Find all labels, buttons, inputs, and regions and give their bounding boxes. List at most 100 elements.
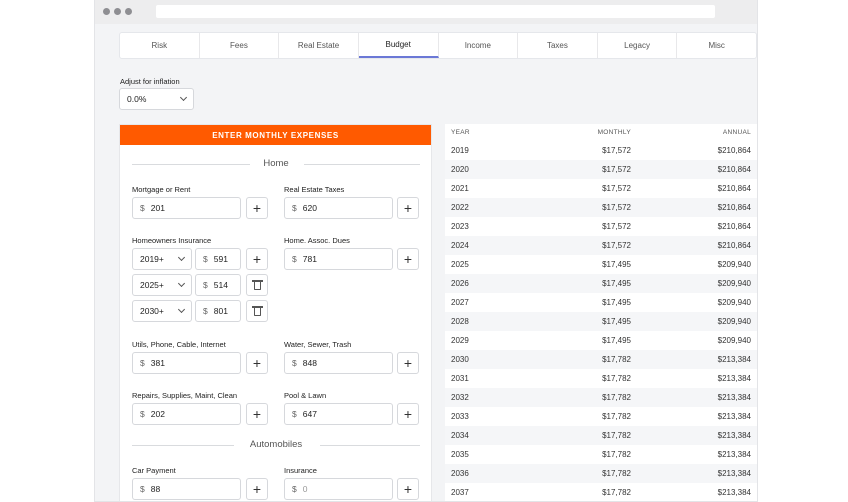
homeowners-input[interactable]: $ 591	[195, 248, 241, 270]
table-row: 2028 $17,495 $209,940	[445, 312, 757, 331]
table-row: 2031 $17,782 $213,384	[445, 369, 757, 388]
plus-icon: +	[403, 355, 413, 371]
tab-fees[interactable]: Fees	[200, 33, 280, 58]
year-value: 2030+	[140, 306, 164, 316]
utils-input[interactable]: $ 381	[132, 352, 241, 374]
inflation-select[interactable]: 0.0%	[119, 88, 194, 110]
delete-homeowners-row-button[interactable]	[246, 300, 268, 322]
car-value: 88	[150, 484, 161, 494]
table-row: 2021 $17,572 $210,864	[445, 179, 757, 198]
table-row: 2030 $17,782 $213,384	[445, 350, 757, 369]
table-row: 2024 $17,572 $210,864	[445, 236, 757, 255]
repairs-input[interactable]: $ 202	[132, 403, 241, 425]
car-input[interactable]: $ 88	[132, 478, 241, 500]
cell-monthly: $17,495	[602, 298, 631, 307]
cell-year: 2031	[451, 374, 469, 383]
cell-annual: $213,384	[717, 374, 751, 383]
add-hoa-button[interactable]: +	[397, 248, 419, 270]
re-taxes-input[interactable]: $ 620	[284, 197, 393, 219]
panel-header: ENTER MONTHLY EXPENSES	[120, 125, 431, 145]
cell-year: 2027	[451, 298, 469, 307]
address-bar[interactable]	[156, 5, 715, 18]
currency-symbol: $	[203, 306, 208, 316]
window-close-dot[interactable]	[103, 8, 110, 15]
re-taxes-label: Real Estate Taxes	[284, 185, 345, 194]
homeowners-input[interactable]: $ 514	[195, 274, 241, 296]
add-re-taxes-button[interactable]: +	[397, 197, 419, 219]
insurance-input[interactable]: $ 0	[284, 478, 393, 500]
add-repairs-button[interactable]: +	[246, 403, 268, 425]
pool-input[interactable]: $ 647	[284, 403, 393, 425]
cell-monthly: $17,572	[602, 146, 631, 155]
window-minimize-dot[interactable]	[114, 8, 121, 15]
hoa-input[interactable]: $ 781	[284, 248, 393, 270]
homeowners-input[interactable]: $ 801	[195, 300, 241, 322]
add-utils-button[interactable]: +	[246, 352, 268, 374]
tab-misc[interactable]: Misc	[677, 33, 756, 58]
cell-year: 2025	[451, 260, 469, 269]
homeowners-year-select[interactable]: 2030+	[132, 300, 192, 322]
table-row: 2032 $17,782 $213,384	[445, 388, 757, 407]
currency-symbol: $	[203, 280, 208, 290]
chevron-down-icon	[179, 93, 188, 102]
trash-icon	[251, 280, 263, 290]
cell-monthly: $17,495	[602, 336, 631, 345]
col-year-header: YEAR	[451, 129, 470, 136]
cell-annual: $210,864	[717, 165, 751, 174]
cell-year: 2024	[451, 241, 469, 250]
cell-monthly: $17,782	[602, 374, 631, 383]
cell-annual: $209,940	[717, 317, 751, 326]
expenses-panel: ENTER MONTHLY EXPENSES Home Mortgage or …	[119, 124, 432, 501]
currency-symbol: $	[292, 358, 297, 368]
expenses-table: YEAR MONTHLY ANNUAL 2019 $17,572 $210,864 2…	[445, 124, 757, 501]
delete-homeowners-row-button[interactable]	[246, 274, 268, 296]
tab-legacy[interactable]: Legacy	[598, 33, 678, 58]
currency-symbol: $	[292, 254, 297, 264]
section-automobiles: Automobiles	[132, 439, 420, 451]
tab-risk[interactable]: Risk	[120, 33, 200, 58]
homeowners-value: 514	[213, 280, 228, 290]
tab-income[interactable]: Income	[439, 33, 519, 58]
currency-symbol: $	[140, 484, 145, 494]
homeowners-year-select[interactable]: 2019+	[132, 248, 192, 270]
title-bar	[95, 0, 757, 24]
table-row: 2029 $17,495 $209,940	[445, 331, 757, 350]
chevron-down-icon	[177, 305, 186, 314]
mortgage-input[interactable]: $ 201	[132, 197, 241, 219]
currency-symbol: $	[292, 484, 297, 494]
add-pool-button[interactable]: +	[397, 403, 419, 425]
cell-year: 2032	[451, 393, 469, 402]
repairs-value: 202	[150, 409, 165, 419]
table-body: 2019 $17,572 $210,864 2020 $17,572 $210,864 20…	[445, 141, 757, 501]
cell-year: 2023	[451, 222, 469, 231]
table-row: 2033 $17,782 $213,384	[445, 407, 757, 426]
cell-annual: $210,864	[717, 203, 751, 212]
pool-label: Pool & Lawn	[284, 391, 327, 400]
cell-annual: $213,384	[717, 450, 751, 459]
add-water-button[interactable]: +	[397, 352, 419, 374]
tab-real-estate[interactable]: Real Estate	[279, 33, 359, 58]
table-row: 2034 $17,782 $213,384	[445, 426, 757, 445]
cell-monthly: $17,572	[602, 241, 631, 250]
cell-annual: $213,384	[717, 355, 751, 364]
currency-symbol: $	[292, 203, 297, 213]
cell-year: 2036	[451, 469, 469, 478]
tab-budget[interactable]: Budget	[358, 33, 439, 58]
inflation-label: Adjust for inflation	[120, 77, 180, 86]
add-insurance-button[interactable]: +	[397, 478, 419, 500]
add-car-button[interactable]: +	[246, 478, 268, 500]
add-mortgage-button[interactable]: +	[246, 197, 268, 219]
utils-label: Utils, Phone, Cable, Internet	[132, 340, 226, 349]
add-homeowners-button[interactable]: +	[246, 248, 268, 270]
cell-year: 2020	[451, 165, 469, 174]
water-input[interactable]: $ 848	[284, 352, 393, 374]
cell-monthly: $17,782	[602, 431, 631, 440]
tab-taxes[interactable]: Taxes	[518, 33, 598, 58]
mortgage-value: 201	[150, 203, 165, 213]
window-maximize-dot[interactable]	[125, 8, 132, 15]
table-row: 2036 $17,782 $213,384	[445, 464, 757, 483]
cell-year: 2021	[451, 184, 469, 193]
plus-icon: +	[252, 406, 262, 422]
chevron-down-icon	[177, 279, 186, 288]
homeowners-year-select[interactable]: 2025+	[132, 274, 192, 296]
